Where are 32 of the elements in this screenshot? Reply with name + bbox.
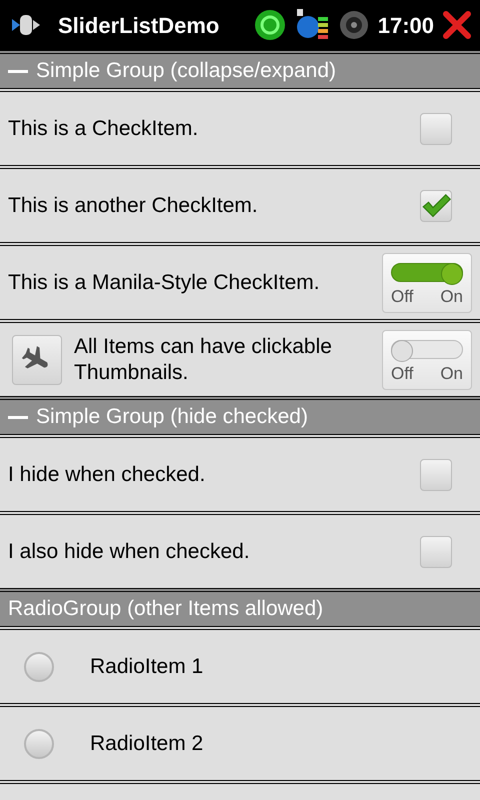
close-icon[interactable] [442,10,472,40]
speaker-icon[interactable] [338,9,370,41]
thumbnail-button[interactable] [12,334,62,384]
radio-button[interactable] [24,652,54,682]
checkbox[interactable] [420,536,452,568]
toggle-switch[interactable]: Off On [382,252,472,312]
item-label: This is another CheckItem. [8,192,259,218]
group-title: Simple Group (hide checked) [36,404,308,430]
item-label: This is a Manila-Style CheckItem. [8,270,321,296]
checkbox[interactable] [420,190,452,222]
checkbox[interactable] [420,112,452,144]
item-label: I also hide when checked. [8,538,251,564]
on-label: On [440,363,463,385]
toggle-switch[interactable]: Off On [382,330,472,390]
group-header[interactable]: Simple Group (collapse/expand) [0,50,480,88]
off-label: Off [391,363,414,385]
checkbox[interactable] [420,458,452,490]
on-label: On [440,286,463,308]
item-label: RadioItem 1 [90,654,204,680]
group-header[interactable]: RadioGroup (other Items allowed) [0,588,480,626]
group-header[interactable]: Simple Group (hide checked) [0,396,480,434]
radio-button[interactable] [24,728,54,758]
group-title: Simple Group (collapse/expand) [36,58,336,84]
group-title: RadioGroup (other Items allowed) [8,596,324,622]
app-title: SliderListDemo [58,12,220,40]
off-label: Off [391,286,414,308]
sync-icon[interactable] [254,9,286,41]
item-label: I hide when checked. [8,462,206,488]
item-label: All Items can have clickable Thumbnails. [74,334,333,386]
clock-time: 17:00 [378,12,434,40]
item-label: RadioItem 2 [90,730,204,756]
item-label: This is a CheckItem. [8,116,200,142]
